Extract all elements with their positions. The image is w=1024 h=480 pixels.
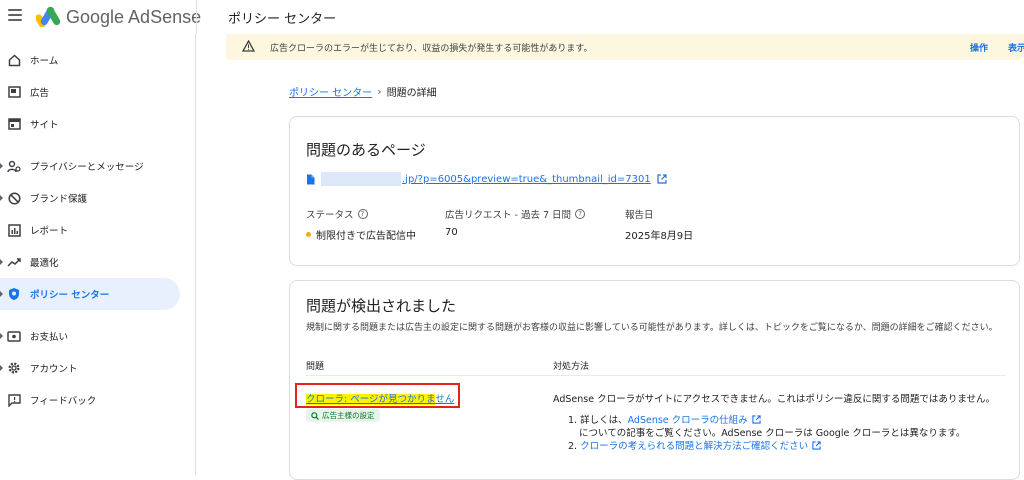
status-value: 制限付きで広告配信中	[306, 227, 416, 242]
status-value-text: 制限付きで広告配信中	[316, 231, 416, 242]
problem-page-title: 問題のあるページ	[306, 141, 426, 159]
block-icon	[6, 190, 22, 206]
issues-detected-card: 問題が検出されました 規制に関する問題または広告主の設定に関する問題がお客様の収…	[289, 280, 1020, 480]
sidebar-item-label: ポリシー センター	[30, 290, 110, 301]
expand-caret-icon	[0, 333, 3, 339]
status-label-text: ステータス	[306, 210, 354, 221]
ad-requests-label-text: 広告リクエスト - 過去 7 日間	[445, 210, 572, 221]
issue-link-highlighted: クローラ: ページが見つかりま	[306, 394, 436, 405]
sidebar-item-payments[interactable]: お支払い	[0, 320, 180, 352]
page-title: ポリシー センター	[228, 12, 337, 27]
issue-link-rest: せん	[435, 394, 455, 405]
chevron-right-icon: ›	[377, 85, 382, 98]
tag-label: 広告主様の設定	[322, 411, 375, 420]
action-step-2-prefix: 2.	[568, 441, 581, 452]
sidebar-item-privacy[interactable]: プライバシーとメッセージ	[0, 150, 180, 182]
top-app-bar: Google AdSense ポリシー センター	[0, 0, 1024, 34]
sidebar-item-label: 最適化	[30, 258, 59, 269]
adsense-logo-icon	[36, 6, 60, 27]
ads-icon	[6, 84, 22, 100]
alert-message: 広告クローラのエラーが生じており、収益の損失が発生する可能性があります。	[270, 44, 593, 54]
app-brand[interactable]: Google AdSense	[66, 7, 201, 28]
sidebar-item-label: お支払い	[30, 332, 69, 343]
sidebar-item-label: 広告	[30, 88, 50, 99]
advertiser-settings-tag: 広告主様の設定	[306, 409, 380, 422]
alert-action-link[interactable]: 操作	[970, 41, 988, 54]
action-step-1: 1. 詳しくは、AdSense クローラの仕組み	[568, 412, 761, 426]
expand-caret-icon	[0, 365, 3, 371]
breadcrumb-current: 問題の詳細	[386, 88, 437, 99]
report-date-value: 2025年8月9日	[625, 231, 694, 242]
action-step-2: 2. クローラの考えられる問題と解決方法ご確認ください	[568, 438, 821, 452]
sidebar-item-sites[interactable]: サイト	[0, 108, 180, 140]
sidebar: ホーム 広告 サイト プライバシーとメッセージ ブランド保護 レポート 最適化 …	[0, 34, 196, 475]
expand-caret-icon	[0, 291, 3, 297]
sidebar-item-label: レポート	[30, 226, 69, 237]
redacted-url-prefix	[321, 172, 401, 186]
sidebar-item-policy-center[interactable]: ポリシー センター	[0, 278, 180, 310]
shield-icon	[6, 286, 22, 302]
sidebar-item-label: ホーム	[30, 56, 59, 67]
help-icon[interactable]: ?	[575, 209, 586, 219]
report-date-label-text: 報告日	[625, 210, 654, 221]
feedback-icon	[6, 392, 22, 408]
sidebar-item-label: フィードバック	[30, 396, 97, 407]
crawler-page-not-found-link[interactable]: クローラ: ページが見つかりません	[306, 391, 454, 405]
sidebar-item-account[interactable]: アカウント	[0, 352, 180, 384]
status-dot-icon	[306, 232, 311, 237]
sidebar-item-optimization[interactable]: 最適化	[0, 246, 180, 278]
sidebar-item-label: プライバシーとメッセージ	[30, 162, 144, 173]
ad-requests-value: 70	[445, 227, 458, 238]
problem-page-url[interactable]: .jp/?p=6005&preview=true&_thumbnail_id=7…	[306, 172, 667, 186]
issues-title: 問題が検出されました	[306, 297, 457, 315]
action-step-1-continued: についての記事をご覧ください。AdSense クローラは Google クローラ…	[579, 428, 966, 439]
sidebar-item-feedback[interactable]: フィードバック	[0, 384, 180, 416]
issue-column-header: 問題	[306, 362, 325, 372]
sidebar-item-brand-safety[interactable]: ブランド保護	[0, 182, 180, 214]
expand-caret-icon	[0, 195, 3, 201]
sidebar-item-ads[interactable]: 広告	[0, 76, 180, 108]
open-in-new-icon[interactable]	[812, 441, 821, 450]
crawler-issues-solutions-link[interactable]: クローラの考えられる問題と解決方法ご確認ください	[580, 441, 808, 452]
ad-requests-label: 広告リクエスト - 過去 7 日間 ?	[445, 207, 586, 221]
action-summary: AdSense クローラがサイトにアクセスできません。これはポリシー違反に関する…	[553, 394, 996, 405]
issues-description: 規制に関する問題または広告主の設定に関する問題がお客様の収益に影響している可能性…	[306, 323, 998, 333]
warning-icon	[242, 40, 255, 52]
trending-icon	[6, 254, 22, 270]
sidebar-item-label: ブランド保護	[30, 194, 88, 205]
payment-icon	[6, 328, 22, 344]
open-in-new-icon[interactable]	[752, 415, 761, 424]
page-url-link[interactable]: .jp/?p=6005&preview=true&_thumbnail_id=7…	[402, 174, 651, 185]
sidebar-item-label: サイト	[30, 120, 59, 131]
table-divider	[306, 375, 1006, 376]
problem-page-card: 問題のあるページ .jp/?p=6005&preview=true&_thumb…	[289, 116, 1020, 266]
sites-icon	[6, 116, 22, 132]
status-label: ステータス ?	[306, 207, 368, 221]
topbar-divider	[196, 0, 197, 34]
action-column-header: 対処方法	[553, 362, 590, 372]
crawler-error-alert: 広告クローラのエラーが生じており、収益の損失が発生する可能性があります。 操作 …	[226, 34, 1024, 60]
report-date-label: 報告日	[625, 207, 654, 221]
search-settings-icon	[311, 411, 319, 420]
sidebar-item-label: アカウント	[30, 364, 78, 375]
open-in-new-icon[interactable]	[657, 174, 667, 184]
gear-icon	[6, 360, 22, 376]
breadcrumb-policy-center-link[interactable]: ポリシー センター	[289, 84, 372, 99]
expand-caret-icon	[0, 259, 3, 265]
menu-icon[interactable]	[8, 9, 22, 21]
alert-show-link[interactable]: 表示	[1008, 41, 1024, 54]
breadcrumb: ポリシー センター › 問題の詳細	[289, 84, 437, 99]
help-icon[interactable]: ?	[357, 209, 368, 219]
report-icon	[6, 222, 22, 238]
expand-caret-icon	[0, 163, 3, 169]
document-icon	[307, 174, 315, 184]
sidebar-item-reports[interactable]: レポート	[0, 214, 180, 246]
home-icon	[6, 52, 22, 68]
sidebar-item-home[interactable]: ホーム	[0, 44, 180, 76]
privacy-icon	[6, 158, 22, 174]
